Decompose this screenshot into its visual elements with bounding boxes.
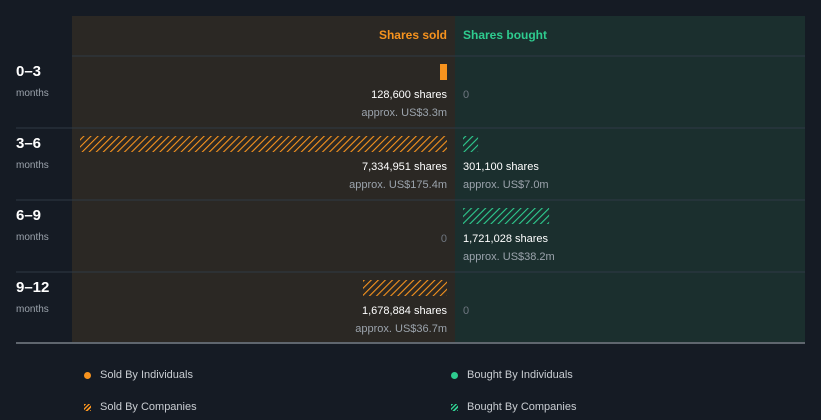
- bought-bar: [463, 208, 550, 224]
- bought-column-header: Shares bought: [463, 28, 547, 42]
- sold-companies-hatch-icon: [84, 403, 91, 411]
- bought-companies-hatch-icon: [451, 403, 458, 411]
- sold-shares-label: 1,678,884 shares: [362, 305, 448, 317]
- legend-bought-individuals: Bought By Individuals: [451, 369, 573, 381]
- sold-bar: [440, 64, 447, 80]
- legend-label: Sold By Individuals: [100, 369, 193, 381]
- bought-value-label: approx. US$7.0m: [463, 179, 549, 191]
- row-label: 6–9: [16, 207, 41, 224]
- sold-individuals-dot-icon: [84, 371, 91, 379]
- row-label: 3–6: [16, 135, 41, 152]
- sold-bar: [80, 136, 447, 152]
- legend-label: Sold By Companies: [100, 401, 197, 413]
- bought-zero-label: 0: [463, 305, 469, 317]
- bought-bar: [463, 136, 479, 152]
- row-sublabel: months: [16, 160, 49, 171]
- legend-label: Bought By Individuals: [467, 369, 573, 381]
- legend-sold-companies: Sold By Companies: [84, 401, 197, 413]
- sold-value-label: approx. US$36.7m: [355, 323, 447, 335]
- sold-shares-label: 128,600 shares: [371, 89, 447, 101]
- row-label: 9–12: [16, 279, 49, 296]
- sold-value-label: approx. US$3.3m: [361, 107, 447, 119]
- bought-shares-label: 301,100 shares: [463, 161, 539, 173]
- row-sublabel: months: [16, 232, 49, 243]
- bought-zero-label: 0: [463, 89, 469, 101]
- bought-individuals-dot-icon: [451, 371, 458, 379]
- bought-shares-label: 1,721,028 shares: [463, 233, 549, 245]
- bought-value-label: approx. US$38.2m: [463, 251, 555, 263]
- row-sublabel: months: [16, 304, 49, 315]
- insider-trading-chart: Shares sold Shares bought 0–3 months 128,6…: [16, 16, 805, 344]
- sold-value-label: approx. US$175.4m: [349, 179, 447, 191]
- legend-label: Bought By Companies: [467, 401, 577, 413]
- sold-zero-label: 0: [441, 233, 447, 245]
- row-label: 0–3: [16, 63, 41, 80]
- row-sublabel: months: [16, 88, 49, 99]
- legend-bought-companies: Bought By Companies: [451, 401, 576, 413]
- sold-bar: [362, 280, 447, 296]
- sold-column-header: Shares sold: [379, 28, 447, 42]
- sold-shares-label: 7,334,951 shares: [362, 161, 448, 173]
- legend-sold-individuals: Sold By Individuals: [84, 369, 193, 381]
